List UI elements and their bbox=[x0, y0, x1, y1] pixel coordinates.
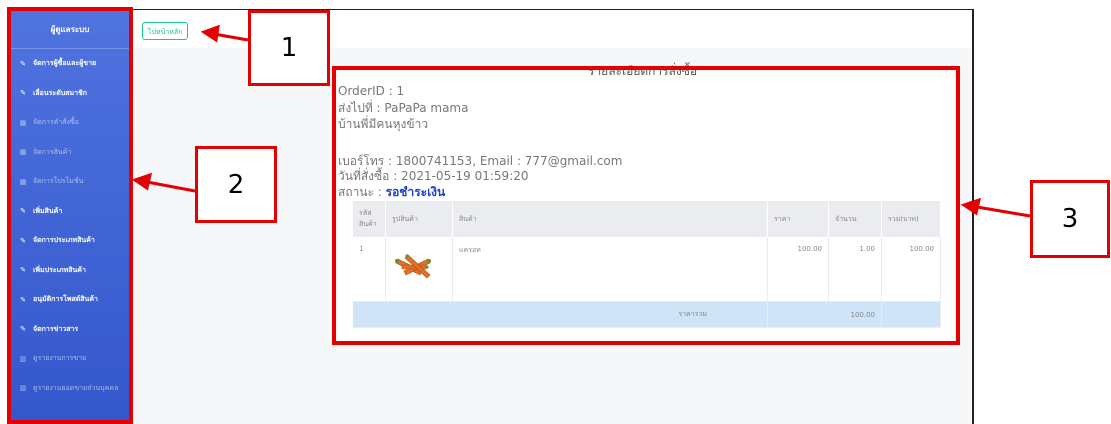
callout-label-3: 3 bbox=[1030, 180, 1110, 258]
callout-label-2: 2 bbox=[195, 146, 277, 223]
arrow-1-head bbox=[200, 24, 220, 43]
arrow-1-line bbox=[213, 32, 249, 42]
callout-arrows bbox=[131, 24, 1031, 218]
arrow-2-head bbox=[131, 172, 153, 191]
arrow-3-head bbox=[960, 197, 982, 216]
callout-label-1: 1 bbox=[248, 10, 330, 86]
arrow-3-line bbox=[976, 205, 1031, 218]
arrow-2-line bbox=[146, 180, 196, 193]
